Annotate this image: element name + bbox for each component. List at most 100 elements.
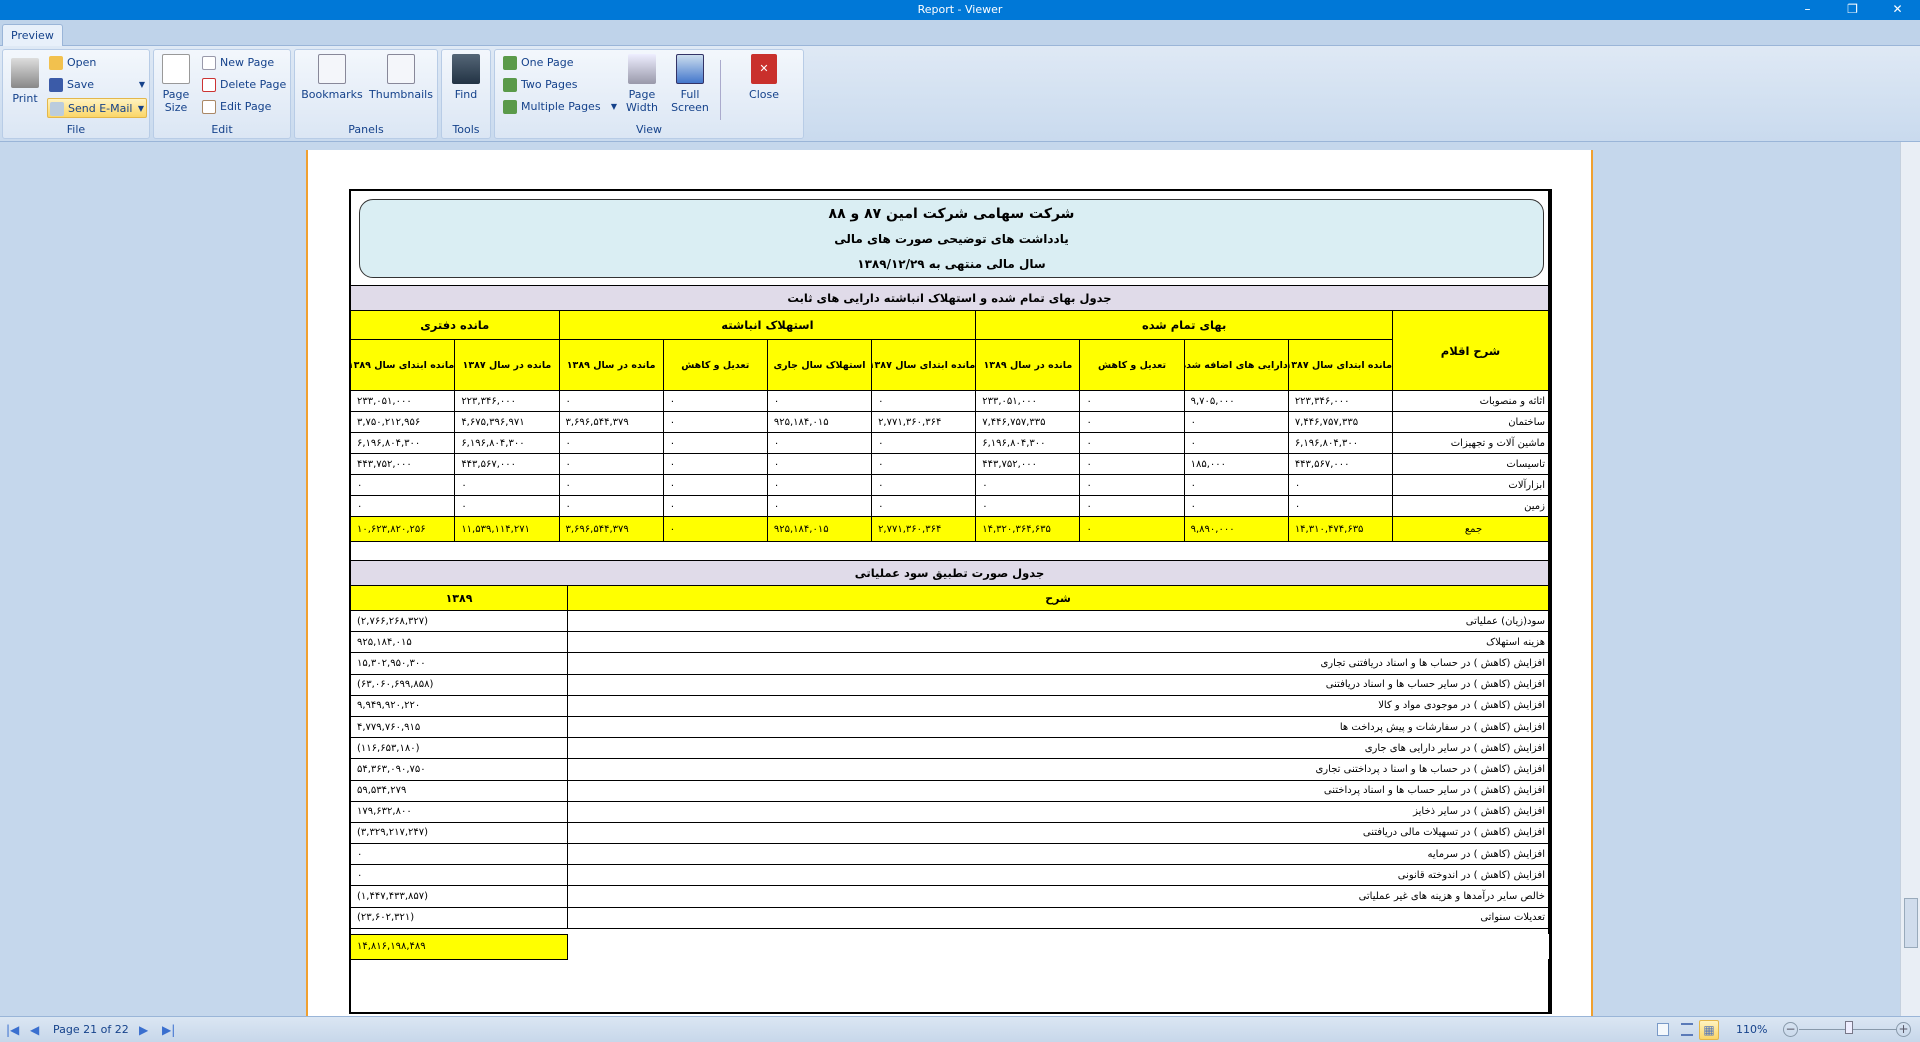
page-size-button[interactable]: Page Size [158,54,194,114]
row-description: تعدیلات سنواتی [567,906,1549,929]
table-row: افزایش (کاهش ) در سایر ذخایز ۱۷۹,۶۳۲,۸۰۰ [350,800,1549,823]
cell-value: ۱۴,۳۲۰,۳۶۴,۶۳۵ [975,516,1081,542]
printer-icon [11,58,39,88]
cell-value: ۰ [766,390,873,412]
page-width-button[interactable]: Page Width [619,54,665,114]
cell-value: ۰ [1183,474,1289,496]
cell-value: ۰ [1079,390,1185,412]
tools-group-label: Tools [452,123,480,136]
send-email-button[interactable]: Send E-Mail ▼ [47,98,147,118]
zoom-in-icon[interactable]: + [1896,1022,1911,1037]
close-window-button[interactable]: ✕ [1875,0,1920,20]
tab-preview[interactable]: Preview [2,24,63,47]
cell-value: ۱۸۵,۰۰۰ [1183,453,1289,475]
single-page-view-icon[interactable] [1657,1023,1669,1036]
chevron-down-icon[interactable]: ▼ [138,99,144,119]
delete-page-button[interactable]: Delete Page [200,75,286,95]
cell-value: ۵۹,۵۳۴,۲۷۹ [350,779,568,802]
zoom-slider-thumb[interactable] [1845,1021,1853,1034]
table-row: افزایش (کاهش ) در حساب ها و اسناد دریافت… [350,652,1549,675]
report-period: سال مالی منتهی به ۱۳۸۹/۱۲/۲۹ [857,257,1046,271]
one-page-button[interactable]: One Page [501,53,574,73]
cell-value: ۰ [558,495,664,517]
cell-value: ۱۷۹,۶۳۲,۸۰۰ [350,800,568,823]
cell-value: ۰ [1079,411,1185,433]
cell-value: ۱۴,۳۱۰,۴۷۴,۶۳۵ [1287,516,1394,542]
cell-value: ۲۳۳,۰۵۱,۰۰۰ [975,390,1081,412]
cell-value: ۰ [1183,411,1289,433]
table-row: افزایش (کاهش ) در سایر حساب ها و اسناد پ… [350,779,1549,802]
fixed-assets-table: جدول بهای تمام شده و استهلاک انباشته دار… [349,285,1549,542]
zoom-out-icon[interactable]: − [1783,1022,1798,1037]
continuous-view-icon[interactable] [1681,1023,1693,1036]
total-row: جمع ۱۴,۳۱۰,۴۷۴,۶۳۵ ۹,۸۹۰,۰۰۰ ۰ ۱۴,۳۲۰,۳۶۴,۶۳… [349,516,1549,542]
tools-group: Find Tools [441,49,491,139]
cell-value: ۰ [1079,432,1185,454]
row-description: افزایش (کاهش ) در سایر ذخایز [567,800,1549,823]
column-header: مانده در سال ۱۳۸۷ [454,339,560,391]
multiple-pages-icon [503,100,517,114]
table-row: ساختمان ۷,۴۴۶,۷۵۷,۳۳۵ ۰ ۰ ۷,۴۴۶,۷۵۷,۳۳۵ ۲,۷۷۱… [349,411,1549,433]
multiple-pages-button[interactable]: Multiple Pages ▼ [501,97,617,117]
table-row: اثاثه و منصوبات ۲۲۳,۳۴۶,۰۰۰ ۹,۷۰۵,۰۰۰ ۰ ۲۳۳,… [349,390,1549,412]
multi-page-view-icon[interactable]: ▦ [1699,1020,1719,1040]
close-icon: ✕ [751,54,777,84]
bookmarks-button[interactable]: Bookmarks [299,54,365,101]
save-button[interactable]: Save ▼ [47,75,147,95]
row-description: اثاثه و منصوبات [1392,390,1549,412]
cell-value: ۰ [662,390,768,412]
row-description: افزایش (کاهش ) در سرمایه [567,843,1549,866]
cell-value: (۱۱۶,۶۵۳,۱۸۰) [350,737,568,760]
thumbnails-button[interactable]: Thumbnails [367,54,435,101]
chevron-down-icon[interactable]: ▼ [139,75,145,95]
find-button[interactable]: Find [446,54,486,101]
report-header: شرکت سهامی شرکت امین ۸۷ و ۸۸ یادداشت های… [359,199,1544,278]
table-row: افزایش (کاهش ) در سایر حساب ها و اسناد د… [350,673,1549,696]
column-header: مانده ابتدای سال ۱۳۸۷ [1287,339,1394,391]
folder-icon [49,56,63,70]
row-description: زمین [1392,495,1549,517]
full-screen-button[interactable]: Full Screen [667,54,713,114]
two-pages-button[interactable]: Two Pages [501,75,577,95]
scrollbar-thumb[interactable] [1904,898,1918,948]
new-page-icon [202,56,216,70]
column-header-year: ۱۳۸۹ [350,585,568,611]
row-description: سود(زیان) عملیاتی [567,609,1549,633]
last-page-button[interactable]: ▶| [162,1023,175,1037]
cell-value: ۰ [871,453,977,475]
table-row: افزایش (کاهش ) در سایر دارایی های جاری (۱… [350,737,1549,760]
edit-group: Page Size New Page Delete Page Edit Page… [153,49,291,139]
cell-value: ۰ [766,432,873,454]
cell-value: ۹,۷۰۵,۰۰۰ [1183,390,1289,412]
cell-value: ۰ [766,453,873,475]
open-button[interactable]: Open [47,53,96,73]
page-width-icon [628,54,656,84]
first-page-button[interactable]: |◀ [6,1023,19,1037]
print-button[interactable]: Print [7,54,43,105]
cell-value: (۳,۳۲۹,۲۱۷,۲۴۷) [350,821,568,845]
chevron-down-icon[interactable]: ▼ [611,97,617,117]
minimize-button[interactable]: – [1785,0,1830,20]
vertical-scrollbar[interactable] [1900,142,1920,1016]
cell-value: ۶,۱۹۶,۸۰۴,۳۰۰ [349,432,456,454]
row-description: افزایش (کاهش ) در اندوخته قانونی [567,864,1549,887]
window-title: Report - Viewer [917,3,1003,16]
cell-value: ۳,۶۹۶,۵۴۴,۳۷۹ [558,516,664,542]
cell-value: (۲,۷۶۶,۲۶۸,۳۲۷) [350,609,568,633]
column-header: مانده ابتدای سال ۱۳۸۹ [349,339,456,391]
file-group: Print Open Save ▼ Send E-Mail ▼ File [2,49,150,139]
view-group: One Page Two Pages Multiple Pages ▼ Page … [494,49,804,139]
close-preview-button[interactable]: ✕ Close [729,54,799,101]
previous-page-button[interactable]: ◀ [30,1023,39,1037]
cell-value: (۱,۴۴۷,۴۳۳,۸۵۷) [350,885,568,908]
next-page-button[interactable]: ▶ [139,1023,148,1037]
cell-value: ۰ [1079,516,1185,542]
thumbnails-icon [387,54,415,84]
cell-value: ۰ [1287,474,1394,496]
cell-value: ۰ [454,474,560,496]
cell-value: ۹۲۵,۱۸۴,۰۱۵ [766,411,873,433]
cell-value: ۵۴,۳۶۳,۰۹۰,۷۵۰ [350,758,568,781]
new-page-button[interactable]: New Page [200,53,274,73]
restore-button[interactable]: ❐ [1830,0,1875,20]
edit-page-button[interactable]: Edit Page [200,97,271,117]
